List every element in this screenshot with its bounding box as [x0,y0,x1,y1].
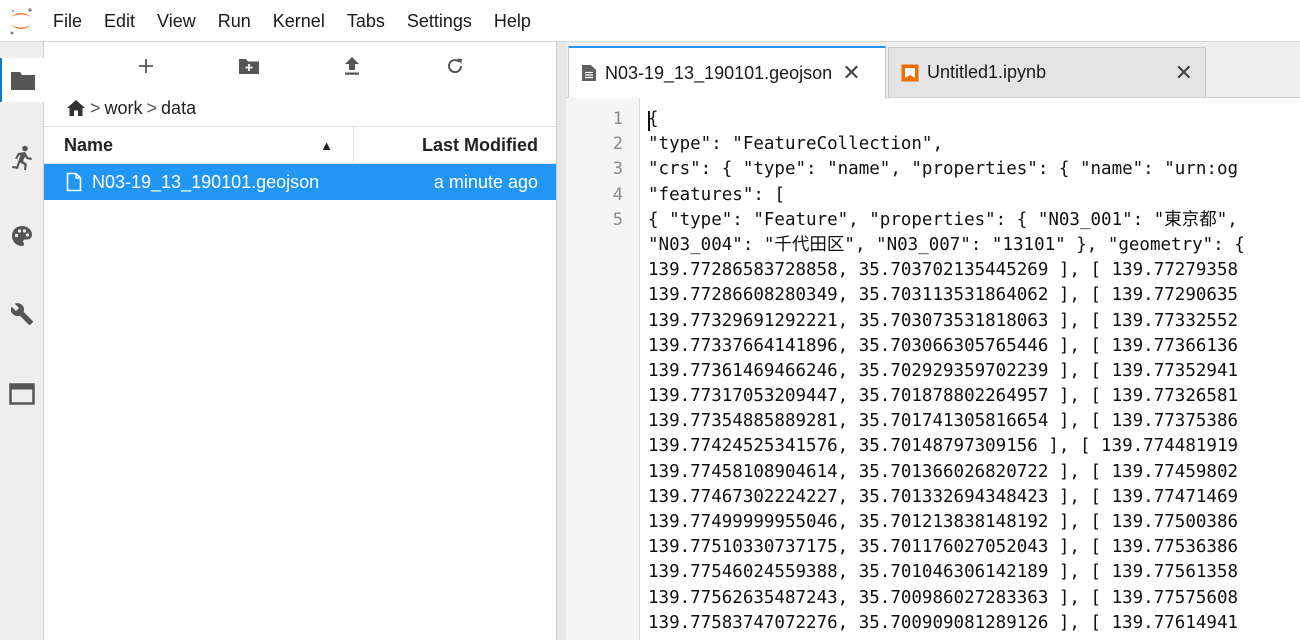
line-number: 5 [612,209,623,230]
new-launcher-icon[interactable] [126,46,166,86]
text-cursor [648,111,650,131]
line-number [566,510,639,535]
palette-icon[interactable] [0,214,44,258]
text-file-icon [66,172,82,192]
line-number [566,384,639,409]
menu-help[interactable]: Help [483,0,542,42]
wrench-icon[interactable] [0,292,44,336]
code-line: 139.77424525341576, 35.70148797309156 ],… [648,436,1239,457]
code-line: 139.77510330737175, 35.701176027052043 ]… [648,537,1239,558]
panel-splitter[interactable] [556,42,566,640]
file-browser-toolbar [44,42,556,90]
text-file-icon [582,65,596,81]
code-line: 139.77562635487243, 35.700986027283363 ]… [648,587,1239,608]
tab-geojson[interactable]: N03-19_13_190101.geojson ✕ [568,46,886,98]
name-header-label: Name [64,134,114,155]
sort-ascending-icon: ▲ [320,137,333,153]
file-modified: a minute ago [433,171,538,192]
close-icon[interactable]: ✕ [842,62,860,84]
code-line: 139.77354885889281, 35.701741305816654 ]… [648,411,1239,432]
home-icon[interactable] [66,99,86,117]
code-line: 139.77546024559388, 35.701046306142189 ]… [648,562,1239,583]
code-line: { [648,109,659,129]
tab-label: N03-19_13_190101.geojson [605,62,833,83]
line-number [566,409,639,434]
line-number [566,258,639,283]
line-number [566,460,639,485]
breadcrumb-separator: > [90,97,101,118]
line-number [566,233,639,258]
line-number [566,434,639,459]
jupyter-logo-icon[interactable] [0,0,42,42]
code-line: "type": "FeatureCollection", [648,134,944,155]
code-line: "crs": { "type": "name", "properties": {… [648,159,1239,180]
code-line: 139.77499999955046, 35.701213838148192 ]… [648,512,1239,532]
refresh-icon[interactable] [435,46,475,86]
menu-run[interactable]: Run [207,0,262,42]
menu-tabs[interactable]: Tabs [336,0,396,42]
tab-bar: N03-19_13_190101.geojson ✕ Untitled1.ipy… [566,42,1300,98]
code-line: 139.77286608280349, 35.703113531864062 ]… [648,285,1239,306]
upload-icon[interactable] [332,46,372,86]
file-list-item[interactable]: N03-19_13_190101.geojson a minute ago [44,164,556,200]
notebook-icon [901,64,919,81]
code-line: 139.77337664141896, 35.703066305765446 ]… [648,335,1239,356]
file-browser: > work > data Name ▲ Last Modified N03-1… [44,42,556,640]
line-number [566,309,639,334]
breadcrumb: > work > data [44,90,556,126]
code-line: 139.77329691292221, 35.703073531818063 ]… [648,310,1239,331]
code-line: 139.77583747072276, 35.700909081289126 ]… [648,612,1239,633]
line-number: 3 [612,159,623,180]
line-number: 2 [612,134,623,155]
last-modified-column-header[interactable]: Last Modified [354,135,556,156]
code-line: { "type": "Feature", "properties": { "N0… [648,209,1238,230]
line-number [566,535,639,560]
menu-file[interactable]: File [42,0,93,42]
menu-view[interactable]: View [146,0,207,42]
line-number [566,334,639,359]
line-number [566,359,639,384]
breadcrumb-data[interactable]: data [161,98,196,119]
code-line: 139.77286583728858, 35.703702135445269 ]… [648,260,1239,281]
line-number: 4 [612,184,623,205]
line-number [566,586,639,611]
breadcrumb-work[interactable]: work [105,98,143,119]
main-area: N03-19_13_190101.geojson ✕ Untitled1.ipy… [566,42,1300,640]
line-number: 1 [612,109,623,129]
name-column-header[interactable]: Name ▲ [44,127,354,163]
code-line: "features": [ [648,184,785,205]
file-name: N03-19_13_190101.geojson [92,171,320,192]
code-line: 139.77317053209447, 35.701878802264957 ]… [648,386,1239,407]
tab-label: Untitled1.ipynb [927,62,1047,82]
code-line: 139.77467302224227, 35.701332694348423 ]… [648,486,1239,507]
menu-settings[interactable]: Settings [396,0,483,42]
code-line: "N03_004": "千代田区", "N03_007": "13101" },… [648,234,1245,255]
line-number [566,560,639,585]
tabs-icon[interactable] [0,372,44,416]
line-number [566,485,639,510]
running-icon[interactable] [0,136,44,180]
line-number [566,283,639,308]
new-folder-icon[interactable] [229,46,269,86]
code-line: 139.77361469466246, 35.702929359702239 ]… [648,360,1239,381]
code-line: 139.77458108904614, 35.701366026820722 ]… [648,461,1239,482]
folder-icon[interactable] [0,58,44,102]
text-editor[interactable]: 1 2 3 4 5 { "type": "FeatureCollection", "crs"… [566,98,1300,640]
code-area[interactable]: { "type": "FeatureCollection", "crs": { "t… [640,98,1300,640]
activity-bar [0,42,44,640]
close-icon[interactable]: ✕ [1175,61,1193,84]
listing-header: Name ▲ Last Modified [44,126,556,164]
breadcrumb-separator: > [146,97,158,118]
menu-edit[interactable]: Edit [93,0,146,42]
line-number-gutter: 1 2 3 4 5 [566,98,640,640]
menu-bar: File Edit View Run Kernel Tabs Settings … [0,0,1300,42]
menu-kernel[interactable]: Kernel [262,0,336,42]
tab-notebook[interactable]: Untitled1.ipynb ✕ [888,47,1206,97]
line-number [566,611,639,636]
